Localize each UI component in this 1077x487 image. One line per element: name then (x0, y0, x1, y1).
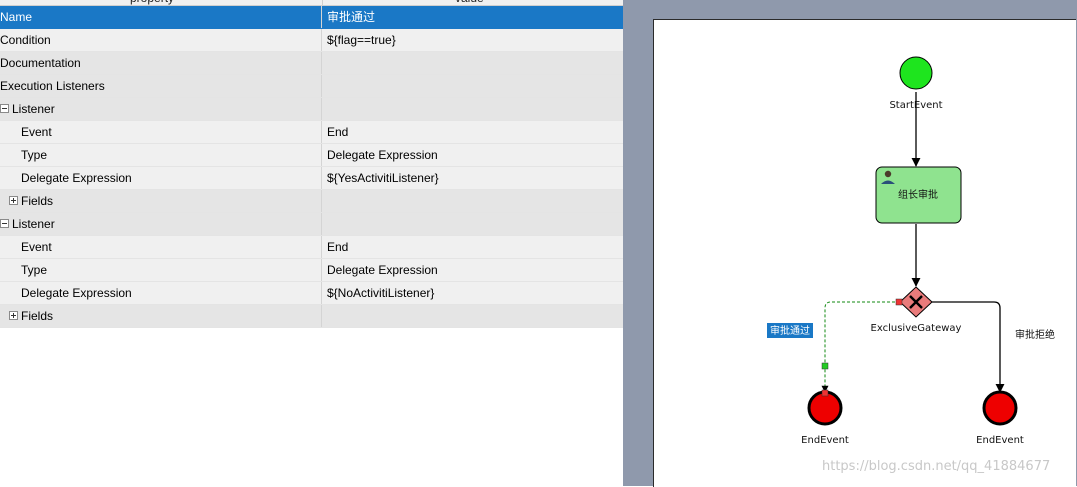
property-value[interactable] (323, 305, 623, 327)
property-key: Fields (0, 305, 322, 327)
property-row[interactable]: Documentation (0, 52, 623, 75)
flow-approve-label[interactable]: 审批通过 (770, 324, 810, 337)
properties-panel: property value Name 审批通过 Condition ${flag==… (0, 0, 623, 486)
property-row[interactable]: Execution Listeners (0, 75, 623, 98)
property-key: Listener (0, 213, 322, 235)
flow-reject[interactable] (932, 301, 1005, 393)
flow-reject-label[interactable]: 审批拒绝 (1015, 328, 1055, 341)
property-value[interactable] (323, 213, 623, 235)
property-key-text: Condition (0, 33, 51, 47)
property-row[interactable]: Delegate Expression ${YesActivitiListener… (0, 167, 623, 190)
start-event-shape[interactable] (899, 56, 933, 90)
property-key: Fields (0, 190, 322, 212)
property-key-text: Type (21, 148, 48, 162)
property-key-text: Fields (21, 309, 54, 323)
property-value[interactable] (323, 52, 623, 74)
property-value[interactable] (323, 75, 623, 97)
watermark: https://blog.csdn.net/qq_41884677 (822, 459, 1051, 474)
property-row[interactable]: Name 审批通过 (0, 6, 623, 29)
property-row[interactable]: Delegate Expression ${NoActivitiListener} (0, 282, 623, 305)
selection-handle-target[interactable] (821, 389, 829, 397)
property-value[interactable]: Delegate Expression (323, 144, 623, 166)
property-key: Delegate Expression (0, 167, 322, 189)
expand-icon[interactable] (9, 311, 18, 321)
property-row[interactable]: Fields (0, 305, 623, 328)
property-row[interactable]: Event End (0, 236, 623, 259)
property-key-text: Listener (12, 217, 55, 231)
property-value[interactable]: ${flag==true} (323, 29, 623, 51)
property-key-text: Documentation (0, 56, 81, 70)
property-row[interactable]: Type Delegate Expression (0, 144, 623, 167)
property-key: Delegate Expression (0, 282, 322, 304)
property-key-text: Listener (12, 102, 55, 116)
column-separator[interactable] (322, 0, 323, 5)
property-value[interactable] (323, 98, 623, 120)
property-key: Type (0, 144, 322, 166)
gateway-label: ExclusiveGateway (871, 323, 962, 334)
property-key: Execution Listeners (0, 75, 322, 97)
property-key-text: Name (0, 10, 33, 24)
property-key: Listener (0, 98, 322, 120)
property-key: Event (0, 236, 322, 258)
collapse-icon[interactable] (0, 219, 9, 229)
user-task-label: 组长审批 (898, 188, 938, 201)
property-value[interactable] (323, 190, 623, 212)
panel-divider[interactable] (623, 0, 653, 486)
end-event-right-shape[interactable] (982, 390, 1018, 426)
property-key: Condition (0, 29, 322, 51)
property-value[interactable]: Delegate Expression (323, 259, 623, 281)
selection-handle-source[interactable] (895, 298, 903, 306)
property-value[interactable]: End (323, 121, 623, 143)
diagram-canvas[interactable]: StartEvent 组长审批 ExclusiveGateway 审批通过 审批… (653, 19, 1076, 487)
property-key: Documentation (0, 52, 322, 74)
property-row[interactable]: Listener (0, 98, 623, 121)
property-key-text: Type (21, 263, 48, 277)
end-event-left-label: EndEvent (801, 435, 849, 446)
collapse-icon[interactable] (0, 104, 9, 114)
property-key-text: Execution Listeners (0, 79, 105, 93)
property-column-header[interactable]: property (130, 0, 174, 5)
property-value[interactable]: 审批通过 (323, 6, 623, 28)
start-event-label: StartEvent (889, 100, 942, 111)
value-column-header[interactable]: value (455, 0, 484, 5)
property-key: Name (0, 6, 322, 28)
property-row[interactable]: Listener (0, 213, 623, 236)
property-row[interactable]: Event End (0, 121, 623, 144)
property-row[interactable]: Fields (0, 190, 623, 213)
property-row[interactable]: Condition ${flag==true} (0, 29, 623, 52)
property-key-text: Delegate Expression (21, 171, 132, 185)
property-key-text: Fields (21, 194, 54, 208)
property-value[interactable]: ${NoActivitiListener} (323, 282, 623, 304)
selection-handle-mid[interactable] (821, 362, 829, 370)
property-key-text: Delegate Expression (21, 286, 132, 300)
property-row[interactable]: Type Delegate Expression (0, 259, 623, 282)
property-rows: Name 审批通过 Condition ${flag==true} Documentat… (0, 6, 623, 328)
property-key: Type (0, 259, 322, 281)
property-value[interactable]: ${YesActivitiListener} (323, 167, 623, 189)
property-value[interactable]: End (323, 236, 623, 258)
property-key-text: Event (21, 125, 52, 139)
flow-approve[interactable] (821, 301, 900, 393)
end-event-right-label: EndEvent (976, 435, 1024, 446)
property-key-text: Event (21, 240, 52, 254)
property-key: Event (0, 121, 322, 143)
diagram-area: StartEvent 组长审批 ExclusiveGateway 审批通过 审批… (653, 0, 1077, 487)
process-diagram: StartEvent 组长审批 ExclusiveGateway 审批通过 审批… (767, 56, 1055, 446)
end-event-left-shape[interactable] (807, 390, 843, 426)
expand-icon[interactable] (9, 196, 18, 206)
